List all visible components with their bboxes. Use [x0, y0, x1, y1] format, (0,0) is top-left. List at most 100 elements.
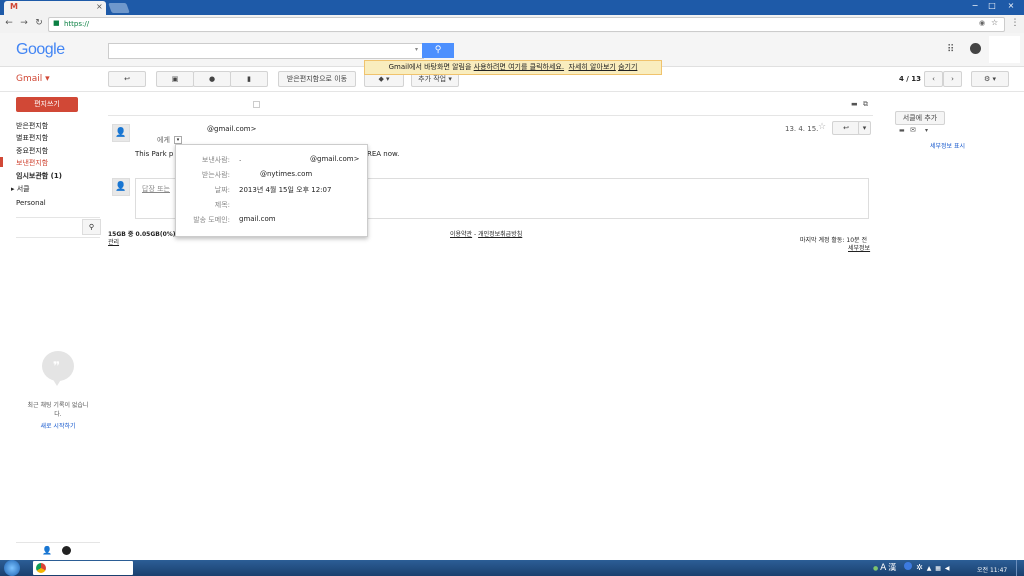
clock[interactable]: 오전 11:47: [977, 565, 1007, 574]
hangouts-bubble-tail: [52, 378, 62, 386]
sender-avatar: 👤: [112, 124, 130, 142]
terms-link[interactable]: 이용약관: [450, 231, 472, 238]
newer-button[interactable]: ‹: [924, 71, 943, 87]
older-button[interactable]: ›: [943, 71, 962, 87]
hangouts-empty-text: 최근 채팅 기록이 없습니 다.: [16, 401, 100, 419]
banner-hide-link[interactable]: 숨기기: [618, 63, 637, 71]
star-icon[interactable]: ☆: [991, 18, 998, 27]
new-tab-button[interactable]: [108, 3, 130, 13]
email-icon[interactable]: ✉: [910, 126, 916, 134]
search-button[interactable]: ⚲: [422, 43, 454, 58]
star-icon[interactable]: ☆: [818, 122, 826, 132]
label-tag-icon: ◆ ▾: [378, 75, 390, 83]
search-input[interactable]: ▾: [108, 43, 424, 59]
activity-details-link[interactable]: 세부정보: [848, 243, 870, 252]
windows-taskbar: [0, 560, 1024, 576]
details-label: 받는사람:: [201, 171, 230, 179]
more-contact-icon[interactable]: ▾: [925, 127, 928, 134]
banner-enable-link[interactable]: 사용하려면 여기를 클릭하세요.: [474, 63, 564, 71]
reload-icon[interactable]: ↻: [34, 18, 44, 29]
details-value: .: [239, 155, 242, 163]
network-icon[interactable]: ▦: [935, 565, 941, 572]
storage-usage: 15GB 중 0.05GB(0%) 사: [108, 231, 184, 238]
tab-close-icon[interactable]: ×: [96, 2, 103, 11]
banner-learn-more-link[interactable]: 자세히 알아보기: [569, 63, 616, 71]
site-info-icon[interactable]: ◉: [979, 19, 985, 27]
browser-tab-bar: [0, 0, 1024, 15]
nav-drafts[interactable]: 임시보관함 (1): [16, 171, 62, 181]
flag-icon[interactable]: ▲: [927, 565, 932, 572]
show-details-link[interactable]: 세부정보 표시: [930, 141, 965, 150]
start-button[interactable]: [4, 560, 20, 576]
details-row-subject: 제목:: [176, 200, 367, 212]
privacy-link[interactable]: 개인정보취급방침: [478, 231, 522, 238]
ime-mode-indicator[interactable]: A: [880, 563, 886, 573]
details-row-to: 받는사람: @nytimes.com: [176, 170, 367, 182]
browser-menu-icon[interactable]: ⋮: [1010, 18, 1020, 29]
message-body-end: REA now.: [367, 150, 400, 158]
sender-email[interactable]: @gmail.com>: [207, 125, 256, 133]
notifications-icon[interactable]: [970, 43, 981, 54]
help-icon[interactable]: [904, 562, 913, 570]
trash-icon: ▮: [247, 75, 251, 83]
details-row-mailed-by: 발송 도메인: gmail.com: [176, 215, 367, 227]
reply-button[interactable]: ↩: [832, 121, 860, 135]
browser-tab-gmail[interactable]: M ×: [4, 1, 106, 15]
nav-circles[interactable]: ▸ 서클: [11, 184, 30, 194]
close-window-button[interactable]: ×: [1004, 1, 1018, 10]
settings-tray-icon[interactable]: ✲: [916, 563, 923, 572]
google-logo[interactable]: Google: [16, 41, 65, 59]
video-icon[interactable]: ▬: [899, 127, 905, 134]
report-spam-button[interactable]: ●: [193, 71, 231, 87]
delete-button[interactable]: ▮: [230, 71, 268, 87]
url-text: https://: [64, 20, 90, 28]
nav-personal[interactable]: Personal: [16, 199, 46, 207]
volume-icon[interactable]: ◀: [945, 565, 950, 572]
ime-hanja-indicator[interactable]: 漢: [888, 563, 896, 572]
hangouts-icon[interactable]: [62, 546, 71, 555]
print-icon[interactable]: ▬: [851, 100, 858, 108]
more-reply-options-button[interactable]: ▾: [858, 121, 871, 135]
archive-button[interactable]: ▣: [156, 71, 194, 87]
url-field[interactable]: ■ https:// ◉ ☆: [48, 17, 1005, 32]
manage-storage-link[interactable]: 관리: [108, 237, 119, 246]
header-divider: [108, 115, 873, 116]
forward-arrow-icon[interactable]: →: [19, 18, 29, 29]
back-to-list-button[interactable]: ↩: [108, 71, 146, 87]
maximize-button[interactable]: □: [985, 1, 999, 10]
back-arrow-icon[interactable]: ←: [4, 18, 14, 29]
sender-details-popup: 보낸사람: . @gmail.com> 받는사람: @nytimes.com 날…: [175, 144, 368, 237]
chevron-down-icon: ▾: [862, 124, 867, 132]
nav-starred[interactable]: 별표편지함: [16, 133, 48, 143]
hangouts-empty-line2: 다.: [54, 411, 62, 418]
compose-button[interactable]: 편지쓰기: [16, 97, 78, 112]
recipient-label: 에게: [157, 136, 170, 144]
move-to-inbox-button[interactable]: 받은편지함으로 이동: [278, 71, 356, 87]
hangouts-bottom-bar: [16, 542, 100, 561]
apps-grid-icon[interactable]: ⠿: [947, 44, 954, 55]
new-window-icon[interactable]: ⧉: [863, 100, 868, 109]
subject-label-icon: [253, 101, 260, 108]
shield-icon[interactable]: ●: [873, 565, 878, 572]
add-to-circles-button[interactable]: 서클에 추가: [895, 111, 945, 125]
tray-icons: ● A 漢 ✲ ▲ ▦ ◀: [873, 562, 950, 573]
search-options-icon[interactable]: ▾: [415, 46, 418, 53]
details-row-from: 보낸사람: . @gmail.com>: [176, 155, 367, 167]
contacts-icon[interactable]: 👤: [42, 546, 52, 555]
gmail-app-label[interactable]: Gmail ▾: [16, 74, 50, 84]
show-details-toggle[interactable]: ▾: [174, 136, 182, 144]
archive-icon: ▣: [171, 75, 179, 83]
start-new-chat-link[interactable]: 새로 시작하기: [16, 421, 100, 430]
hangouts-search-button[interactable]: ⚲: [82, 219, 101, 235]
gear-icon: ⚙ ▾: [983, 75, 996, 83]
settings-button[interactable]: ⚙ ▾: [971, 71, 1009, 87]
page-count: 4 / 13: [899, 75, 922, 83]
show-desktop-button[interactable]: [1016, 560, 1024, 576]
minimize-button[interactable]: −: [968, 1, 982, 10]
nav-important[interactable]: 중요편지함: [16, 146, 48, 156]
account-avatar[interactable]: [989, 36, 1020, 63]
details-label: 날짜:: [214, 186, 230, 194]
nav-inbox[interactable]: 받은편지함: [16, 121, 48, 131]
nav-sent[interactable]: 보낸편지함: [16, 158, 48, 168]
taskbar-chrome[interactable]: [33, 561, 133, 575]
